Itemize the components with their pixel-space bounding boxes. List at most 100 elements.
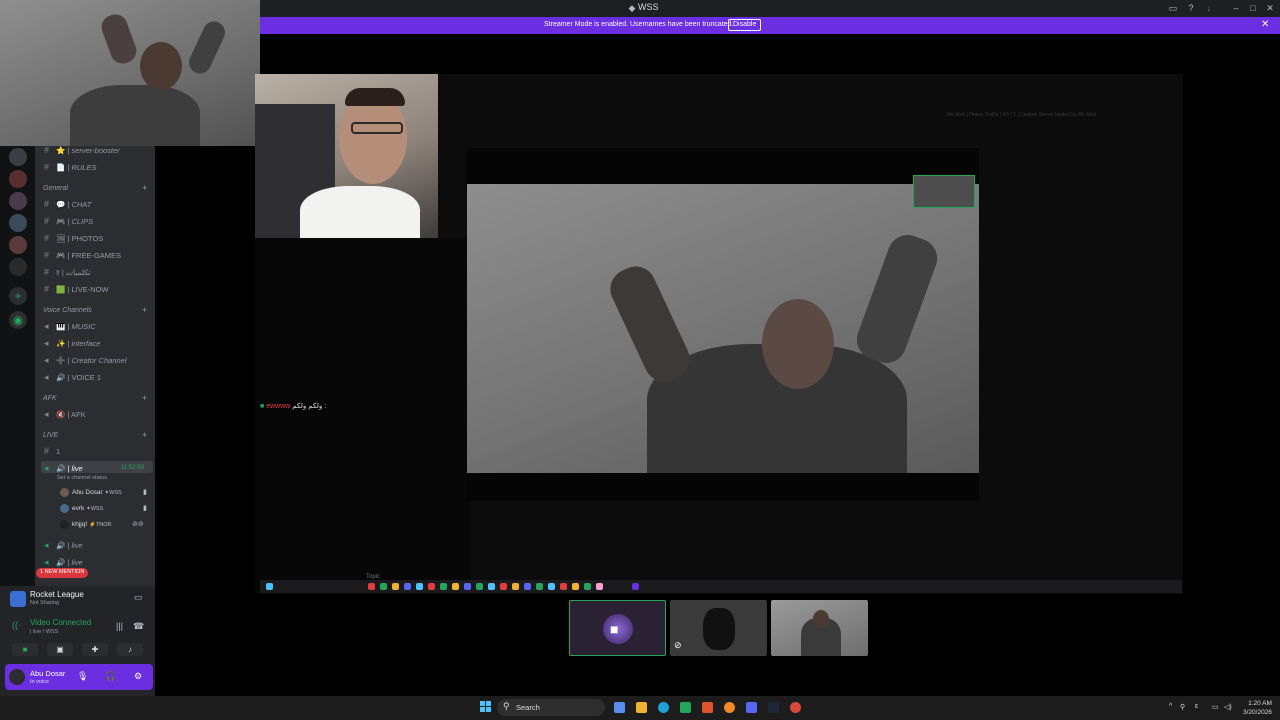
category-afk[interactable]: AFK: [43, 395, 57, 402]
voice-member[interactable]: khjjq! ⚡TNOR: [60, 520, 111, 529]
server-rail: + ◉: [0, 146, 35, 586]
copilot-icon[interactable]: [614, 702, 625, 713]
add-server-icon[interactable]: +: [9, 287, 27, 305]
stream-side-panel: [255, 238, 470, 594]
add-channel-icon[interactable]: +: [142, 393, 147, 403]
download-icon[interactable]: ↓: [1204, 3, 1214, 13]
channel-status-hint[interactable]: Set a channel status: [57, 475, 107, 481]
activity-title: Rocket League: [30, 590, 84, 599]
channel-voice-1[interactable]: ◂ 🔊 | VOICE 1: [44, 372, 101, 383]
video-feed[interactable]: [467, 184, 979, 473]
connection-signal-icon[interactable]: ((·: [12, 620, 21, 630]
channel-music[interactable]: ◂ 🎹 | MUSIC: [44, 321, 96, 332]
category-live[interactable]: LIVE: [43, 432, 58, 439]
add-channel-icon[interactable]: +: [142, 305, 147, 315]
minimize-icon[interactable]: –: [1231, 3, 1241, 13]
channel-list: # ⭐ | server-booster # 📄 | RULES General +…: [35, 146, 155, 586]
taskbar-clock[interactable]: 1:20 AM 3/20/2026: [1243, 699, 1272, 717]
voice-connected-channel[interactable]: | live / WSS: [30, 629, 58, 635]
video-button[interactable]: ■: [12, 643, 38, 656]
microphone-icon[interactable]: 🎙: [77, 671, 88, 682]
new-mention-badge[interactable]: 1 NEW MENTION: [36, 568, 89, 578]
channel-afk[interactable]: ◂ 🔇 | AFK: [44, 409, 86, 420]
server-icon[interactable]: [9, 192, 27, 210]
add-channel-icon[interactable]: +: [142, 183, 147, 193]
windows-taskbar: ⚲ Search ^ ⚲ ε ▭ ◁) 1:20 AM 3/20/2026: [0, 696, 1280, 720]
server-icon[interactable]: [9, 236, 27, 254]
voice-member[interactable]: evrk ✦WSS: [60, 504, 103, 513]
channel-talk[interactable]: # ‼ | تكلميات: [44, 267, 91, 277]
channel-live-now[interactable]: # 🟩 | LIVE-NOW: [44, 284, 109, 294]
network-icon[interactable]: ▭: [1212, 703, 1219, 711]
close-banner-icon[interactable]: ✕: [1261, 19, 1269, 30]
channel-live-2[interactable]: ◂ 🔊 | live: [44, 540, 83, 551]
shared-screen-taskbar: [260, 580, 1182, 593]
disable-streamer-mode-button[interactable]: Disable: [728, 19, 762, 31]
video-footer: [467, 473, 979, 501]
gear-icon[interactable]: ⚙: [134, 671, 142, 682]
camera-icon: ▮: [143, 489, 147, 496]
help-icon[interactable]: ?: [1186, 3, 1196, 13]
soundboard-button[interactable]: ♪: [117, 643, 143, 656]
voice-member[interactable]: Abu Dosar ✦WSS: [60, 488, 122, 497]
usb-icon[interactable]: ⚲: [1180, 703, 1185, 711]
participant-tile[interactable]: ⊘: [670, 600, 767, 656]
chrome-icon[interactable]: [724, 702, 735, 713]
current-user-bar[interactable]: Abu Dosar In voice 🎙 🎧 ⚙: [5, 664, 153, 690]
webcam-overlay-streamer: [255, 74, 438, 238]
app-icon[interactable]: [680, 702, 691, 713]
start-button[interactable]: [480, 701, 492, 713]
category-voice-channels[interactable]: Voice Channels: [43, 307, 92, 314]
disconnect-icon[interactable]: ☎: [133, 621, 144, 632]
username: Abu Dosar: [30, 669, 66, 678]
avatar[interactable]: [9, 669, 25, 685]
channel-photos[interactable]: # 🖼 | PHOTOS: [44, 233, 103, 243]
screen-share-button[interactable]: ▣: [47, 643, 73, 656]
inbox-icon[interactable]: ▭: [1168, 3, 1178, 13]
channel-number[interactable]: #1: [44, 446, 60, 456]
channel-interface[interactable]: ◂ ✨ | interface: [44, 338, 100, 349]
channel-clips[interactable]: # 🎮 | CLIPS: [44, 216, 93, 226]
channel-live-active[interactable]: ◂ 🔊 | live: [44, 463, 83, 474]
channel-live-3[interactable]: ◂ 🔊 | live: [44, 557, 83, 568]
window-title: WSS: [638, 2, 659, 12]
discord-taskbar-icon[interactable]: [746, 702, 757, 713]
live-timer: 11:52:58: [121, 465, 144, 471]
server-icon[interactable]: [9, 258, 27, 276]
brave-icon[interactable]: [702, 702, 713, 713]
channel-chat[interactable]: # 💬 | CHAT: [44, 199, 91, 209]
taskbar-search[interactable]: ⚲ Search: [497, 699, 605, 716]
volume-icon[interactable]: ◁): [1224, 703, 1232, 711]
maximize-icon[interactable]: □: [1248, 3, 1258, 13]
voice-connected-title[interactable]: Video Connected: [30, 618, 91, 627]
steam-icon[interactable]: [768, 702, 779, 713]
picture-in-picture-preview[interactable]: [913, 175, 975, 208]
close-window-icon[interactable]: ✕: [1265, 3, 1275, 13]
share-activity-icon[interactable]: ▭: [134, 592, 143, 603]
server-icon[interactable]: [9, 214, 27, 232]
channel-rules[interactable]: # 📄 | RULES: [44, 162, 96, 172]
server-icon[interactable]: [9, 148, 27, 166]
app-icon[interactable]: [790, 702, 801, 713]
headphones-icon[interactable]: 🎧: [105, 671, 116, 682]
muted-icon: ⊘⊘: [132, 521, 144, 528]
file-explorer-icon[interactable]: [636, 702, 647, 713]
channel-creator[interactable]: ◂ ➕ | Creator Channel: [44, 355, 127, 366]
tray-chevron-icon[interactable]: ^: [1169, 703, 1172, 710]
stream-chat-message: ■ ewwww ولكم ولكم :: [260, 403, 327, 410]
language-icon[interactable]: ε: [1195, 703, 1198, 710]
participant-tile[interactable]: [771, 600, 868, 656]
noise-suppression-icon[interactable]: |||: [116, 621, 123, 631]
channel-server-booster[interactable]: # ⭐ | server-booster: [44, 146, 120, 155]
category-general[interactable]: General: [43, 185, 68, 192]
game-activity-icon: [10, 591, 26, 607]
camera-icon: ▮: [143, 505, 147, 512]
stream-window-title: Mo Mod | Heavy Traffic | 4:5 | 1 | Custo…: [947, 112, 1097, 118]
add-channel-icon[interactable]: +: [142, 430, 147, 440]
channel-free-games[interactable]: # 🎮 | FREE-GAMES: [44, 250, 121, 260]
server-icon[interactable]: [9, 170, 27, 188]
discover-icon[interactable]: ◉: [9, 311, 27, 329]
participant-tile-self[interactable]: ■: [569, 600, 666, 656]
activities-button[interactable]: ✚: [82, 643, 108, 656]
edge-icon[interactable]: [658, 702, 669, 713]
